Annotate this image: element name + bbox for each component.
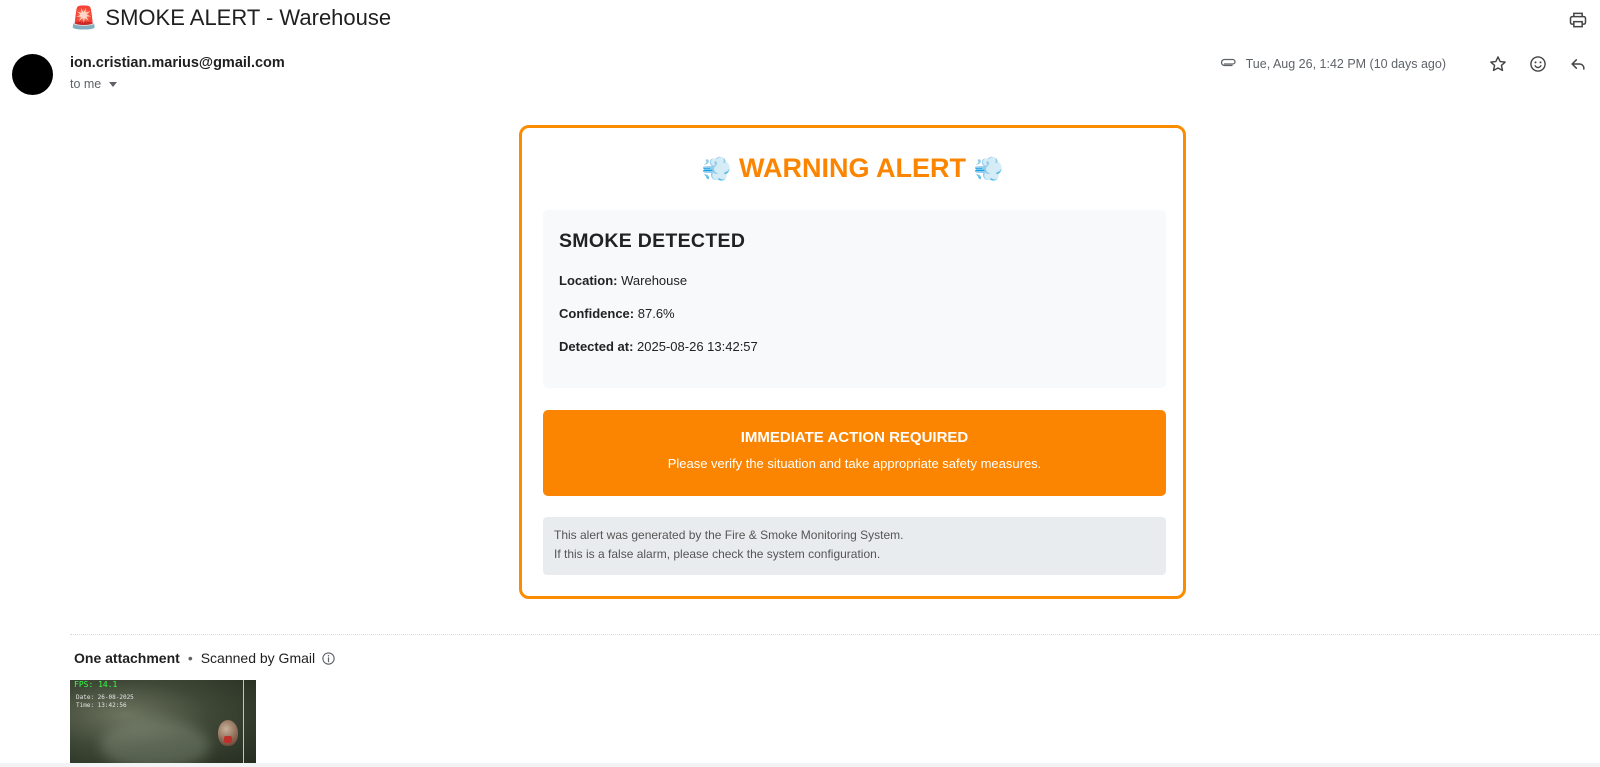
subject-row: 🚨 SMOKE ALERT - Warehouse <box>70 2 391 34</box>
action-title: IMMEDIATE ACTION REQUIRED <box>740 429 969 446</box>
dash-symbol-icon: 💨 <box>701 156 732 183</box>
detection-info-box: SMOKE DETECTED Location: Warehouse Confi… <box>543 210 1166 388</box>
message-date: Tue, Aug 26, 1:42 PM (10 days ago) <box>1245 57 1446 71</box>
attachments-divider <box>70 634 1600 635</box>
scanned-label: Scanned by Gmail <box>200 650 316 666</box>
separator-dot: • <box>187 650 193 666</box>
thumbnail-smoke <box>100 720 210 767</box>
detection-heading: SMOKE DETECTED <box>559 230 746 252</box>
recipient-label: to me <box>70 77 102 91</box>
confidence-value: 87.6% <box>637 306 675 321</box>
attachment-count: One attachment <box>74 650 180 666</box>
alert-title: 💨 WARNING ALERT 💨 <box>522 153 1183 184</box>
reply-icon[interactable] <box>1568 54 1588 74</box>
footer-line-1: This alert was generated by the Fire & S… <box>554 528 904 542</box>
detected-label: Detected at: <box>559 339 634 354</box>
action-text: Please verify the situation and take app… <box>667 456 1042 471</box>
thumbnail-fps: FPS: 14.1 <box>74 680 118 689</box>
info-icon[interactable] <box>321 651 336 666</box>
thumbnail-time: Time: 13:42:56 <box>76 702 127 709</box>
attachment-thumbnail[interactable]: FPS: 14.1 Date: 26-08-2025 Time: 13:42:5… <box>70 680 256 767</box>
confidence-line: Confidence: 87.6% <box>559 306 675 321</box>
attachments-header: One attachment • Scanned by Gmail <box>74 650 336 666</box>
footer-line-2: If this is a false alarm, please check t… <box>554 547 881 561</box>
chevron-down-icon[interactable] <box>109 82 118 87</box>
paperclip-icon <box>1220 58 1236 67</box>
detected-line: Detected at: 2025-08-26 13:42:57 <box>559 339 758 354</box>
confidence-label: Confidence: <box>559 306 635 321</box>
thumbnail-guide-line <box>243 680 244 767</box>
location-value: Warehouse <box>621 273 688 288</box>
detected-value: 2025-08-26 13:42:57 <box>637 339 758 354</box>
siren-icon: 🚨 <box>70 5 98 30</box>
location-label: Location: <box>559 273 618 288</box>
thumbnail-date: Date: 26-08-2025 <box>76 694 134 701</box>
star-icon[interactable] <box>1488 54 1508 74</box>
alert-title-text: WARNING ALERT <box>739 153 966 183</box>
email-subject: SMOKE ALERT - Warehouse <box>105 5 392 30</box>
emoji-icon[interactable] <box>1528 54 1548 74</box>
bottom-scroll-edge <box>0 763 1600 767</box>
dash-symbol-icon: 💨 <box>973 156 1004 183</box>
sender-avatar[interactable] <box>12 54 53 95</box>
action-required-box: IMMEDIATE ACTION REQUIRED Please verify … <box>543 410 1166 496</box>
alert-footer: This alert was generated by the Fire & S… <box>543 517 1166 575</box>
message-meta: Tue, Aug 26, 1:42 PM (10 days ago) <box>1220 50 1588 78</box>
sender-email[interactable]: ion.cristian.marius@gmail.com <box>70 55 285 71</box>
recipient-toggle[interactable]: to me <box>70 77 118 91</box>
print-icon[interactable] <box>1568 10 1588 30</box>
thumbnail-object <box>218 720 238 746</box>
location-line: Location: Warehouse <box>559 273 687 288</box>
alert-card: 💨 WARNING ALERT 💨 SMOKE DETECTED Locatio… <box>519 125 1186 599</box>
